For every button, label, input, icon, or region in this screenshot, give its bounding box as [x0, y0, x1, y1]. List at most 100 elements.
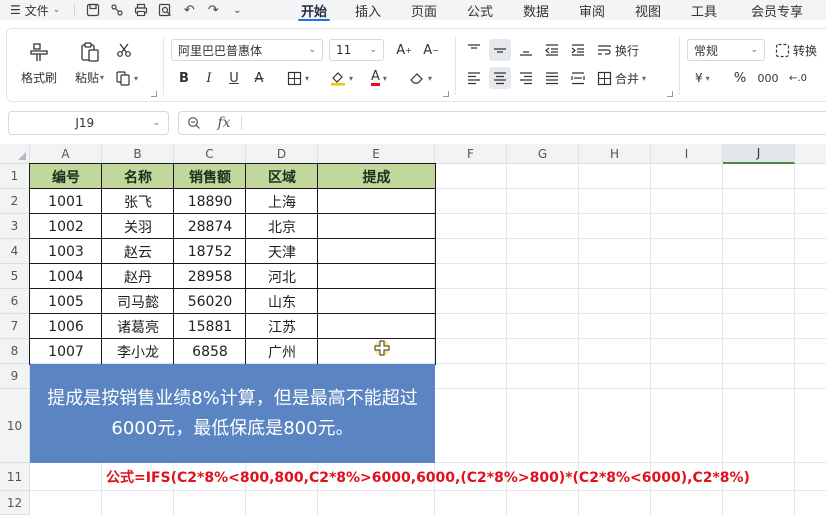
zoom-function-icon[interactable]	[179, 111, 209, 135]
font-name-select[interactable]: 阿里巴巴普惠体 ⌄	[171, 39, 323, 61]
row-header-7[interactable]: 7	[0, 314, 30, 339]
tab-insert[interactable]: 插入	[340, 0, 396, 20]
file-menu-button[interactable]: ☰ 文件 ⌄	[0, 2, 68, 19]
row-header-2[interactable]: 2	[0, 189, 30, 214]
merge-cells-button[interactable]: 合并 ▾	[597, 67, 646, 89]
dialog-launcher-icon[interactable]	[443, 91, 449, 97]
align-center-icon[interactable]	[489, 67, 511, 89]
table-cell[interactable]: 江苏	[246, 314, 318, 339]
column-header-j[interactable]: J	[723, 144, 795, 164]
table-header-commission[interactable]: 提成	[318, 164, 435, 189]
table-cell[interactable]: 1004	[30, 264, 102, 289]
increase-indent-icon[interactable]	[567, 39, 589, 61]
number-format-select[interactable]: 常规 ⌄	[687, 39, 765, 61]
table-cell[interactable]: 李小龙	[102, 339, 174, 364]
print-icon[interactable]	[129, 0, 153, 20]
tab-review[interactable]: 审阅	[564, 0, 620, 20]
table-header-sales[interactable]: 销售额	[174, 164, 246, 189]
column-header-b[interactable]: B	[102, 144, 174, 164]
table-cell[interactable]: 北京	[246, 214, 318, 239]
row-header-5[interactable]: 5	[0, 264, 30, 289]
name-box[interactable]: J19 ⌄	[8, 111, 169, 135]
table-cell[interactable]: 1003	[30, 239, 102, 264]
tab-formulas[interactable]: 公式	[452, 0, 508, 20]
chevron-down-icon[interactable]: ▾	[100, 73, 104, 82]
underline-icon[interactable]: U	[223, 67, 245, 89]
increase-font-icon[interactable]: A +	[393, 39, 415, 61]
chevron-down-icon[interactable]: ⌄	[225, 0, 249, 20]
convert-button[interactable]: 转换	[775, 39, 817, 61]
table-cell[interactable]	[318, 239, 435, 264]
table-cell[interactable]: 1007	[30, 339, 102, 364]
table-cell[interactable]: 1001	[30, 189, 102, 214]
align-bottom-icon[interactable]	[515, 39, 537, 61]
table-cell[interactable]: 56020	[174, 289, 246, 314]
tab-home[interactable]: 开始	[288, 0, 340, 21]
table-cell[interactable]	[318, 289, 435, 314]
insert-function-icon[interactable]: fx	[209, 111, 239, 135]
font-color-button[interactable]: A ▾	[371, 67, 387, 89]
share-icon[interactable]	[105, 0, 129, 20]
column-header-c[interactable]: C	[174, 144, 246, 164]
font-size-select[interactable]: 11 ⌄	[329, 39, 384, 61]
column-header-g[interactable]: G	[507, 144, 579, 164]
formula-text[interactable]: 公式=IFS(C2*8%<800,800,C2*8%>6000,6000,(C2…	[30, 463, 826, 491]
wrap-text-button[interactable]: 换行	[597, 39, 639, 61]
italic-icon[interactable]: I	[198, 67, 220, 89]
table-header-name[interactable]: 名称	[102, 164, 174, 189]
row-header-9[interactable]: 9	[0, 364, 30, 389]
tab-member[interactable]: 会员专享	[732, 0, 822, 20]
table-cell[interactable]: 赵丹	[102, 264, 174, 289]
column-header-e[interactable]: E	[318, 144, 435, 164]
row-header-1[interactable]: 1	[0, 164, 30, 189]
table-cell[interactable]: 1006	[30, 314, 102, 339]
tab-view[interactable]: 视图	[620, 0, 676, 20]
table-cell[interactable]: 18890	[174, 189, 246, 214]
table-cell[interactable]: 广州	[246, 339, 318, 364]
strikethrough-icon[interactable]: A	[248, 67, 270, 89]
table-cell[interactable]: 赵云	[102, 239, 174, 264]
row-header-11[interactable]: 11	[0, 463, 30, 491]
table-cell[interactable]: 1002	[30, 214, 102, 239]
table-cell[interactable]	[318, 214, 435, 239]
save-icon[interactable]	[81, 0, 105, 20]
formula-input[interactable]	[242, 112, 826, 134]
column-header-h[interactable]: H	[579, 144, 651, 164]
row-header-3[interactable]: 3	[0, 214, 30, 239]
thousands-separator-icon[interactable]: 000	[757, 67, 779, 89]
paste-button[interactable]: 粘贴 ▾	[75, 39, 104, 86]
table-cell[interactable]: 张飞	[102, 189, 174, 214]
print-preview-icon[interactable]	[153, 0, 177, 20]
table-cell[interactable]: 28874	[174, 214, 246, 239]
format-painter-button[interactable]: 格式刷	[21, 39, 57, 86]
dialog-launcher-icon[interactable]	[667, 91, 673, 97]
table-cell[interactable]: 28958	[174, 264, 246, 289]
table-cell[interactable]: 司马懿	[102, 289, 174, 314]
row-header-6[interactable]: 6	[0, 289, 30, 314]
table-cell[interactable]: 诸葛亮	[102, 314, 174, 339]
align-top-icon[interactable]	[463, 39, 485, 61]
table-cell[interactable]: 15881	[174, 314, 246, 339]
column-header-k[interactable]	[795, 144, 826, 164]
select-all-button[interactable]	[0, 144, 30, 164]
clear-format-button[interactable]: ▾	[409, 67, 432, 89]
table-cell[interactable]	[318, 264, 435, 289]
increase-decimal-icon[interactable]: ←.0	[787, 67, 809, 89]
currency-button[interactable]: ¥ ▾	[695, 67, 710, 89]
table-cell[interactable]: 河北	[246, 264, 318, 289]
note-merged-cell[interactable]: 提成是按销售业绩8%计算，但是最高不能超过6000元，最低保底是800元。	[30, 364, 435, 463]
align-right-icon[interactable]	[515, 67, 537, 89]
tab-page[interactable]: 页面	[396, 0, 452, 20]
table-header-id[interactable]: 编号	[30, 164, 102, 189]
row-header-10[interactable]: 10	[0, 389, 30, 463]
decrease-indent-icon[interactable]	[541, 39, 563, 61]
table-cell[interactable]: 天津	[246, 239, 318, 264]
table-cell[interactable]: 6858	[174, 339, 246, 364]
align-middle-icon[interactable]	[489, 39, 511, 61]
percent-icon[interactable]: %	[729, 67, 751, 89]
bold-icon[interactable]: B	[173, 67, 195, 89]
table-cell[interactable]: 1005	[30, 289, 102, 314]
row-header-8[interactable]: 8	[0, 339, 30, 364]
table-cell[interactable]: 18752	[174, 239, 246, 264]
borders-button[interactable]: ▾	[287, 67, 309, 89]
